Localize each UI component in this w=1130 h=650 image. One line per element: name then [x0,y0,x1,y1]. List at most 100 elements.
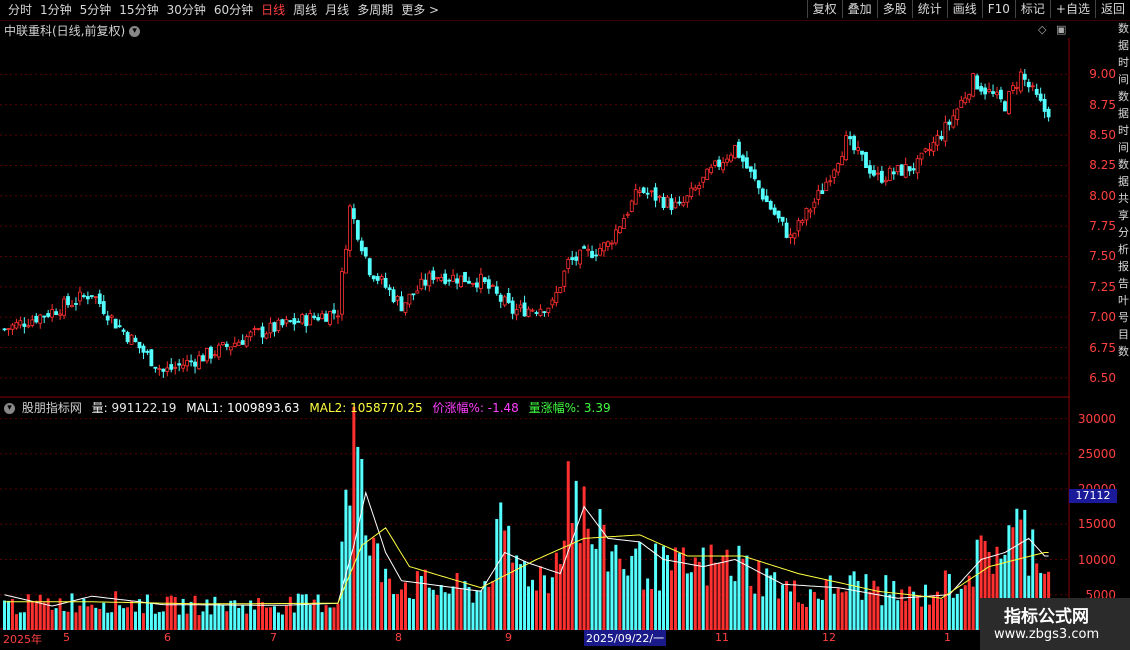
window-icon[interactable]: ▣ [1056,23,1066,36]
volume-tick-label: 15000 [1077,517,1116,532]
candle-body [149,349,154,367]
candle-body [304,315,309,327]
period-tabs: 分时 1分钟 5分钟 15分钟 30分钟 60分钟 日线 周线 月线 多周期 更… [4,2,443,18]
volume-bar [265,607,269,630]
mark-button[interactable]: 标记 [1014,0,1050,18]
back-button[interactable]: 返回 [1094,0,1130,18]
candle-body [955,108,960,120]
volume-bar [761,596,765,630]
candle-body [30,319,35,326]
candle-body [447,279,452,282]
candle-body [681,202,686,206]
add-watchlist-button[interactable]: +自选 [1049,0,1095,18]
tab-period-1[interactable]: 1分钟 [36,2,76,18]
candle-body [633,189,638,205]
candle-body [220,341,225,346]
tab-period-9[interactable]: 多周期 [353,2,397,18]
volume-bar [769,575,773,630]
price-tick-label: 6.75 [1089,340,1116,355]
volume-bar [300,594,304,630]
candle-body [744,157,749,169]
volume-bar [765,568,769,630]
volume-bar [272,606,276,630]
candle-body [403,302,408,313]
candle-body [737,141,741,158]
overlay-button[interactable]: 叠加 [841,0,877,18]
candle-body [915,158,920,174]
volume-bar [110,612,114,630]
candle-body [379,276,384,280]
volume-bar [42,602,46,630]
multi-stock-button[interactable]: 多股 [876,0,912,18]
candle-body [709,166,714,174]
candle-body [717,159,721,167]
volume-bar [130,600,134,630]
stock-title: 中联重科(日线,前复权) [4,24,126,38]
volume-bar [348,505,352,630]
volume-bar [717,563,721,630]
candle-body [1030,85,1035,88]
candle-body [1038,93,1043,101]
tab-period-7[interactable]: 周线 [289,2,321,18]
tab-period-daily[interactable]: 日线 [257,2,289,18]
candle-body [391,289,396,303]
volume-bar [415,571,419,630]
volume-bar [590,544,594,630]
volume-bar [523,561,527,630]
candle-body [883,179,888,183]
candle-body [411,293,416,296]
volume-bar [407,597,411,630]
tab-more[interactable]: 更多 > [397,2,443,18]
volume-bar [253,609,257,630]
volume-bar [955,593,959,630]
stats-button[interactable]: 统计 [911,0,947,18]
volume-bar [193,595,197,630]
tab-period-5[interactable]: 60分钟 [210,2,257,18]
candle-body [236,341,241,346]
chevron-down-icon[interactable]: ▾ [4,403,15,414]
volume-bar [673,547,677,630]
tab-period-8[interactable]: 月线 [321,2,353,18]
volume-bar [423,569,427,630]
candle-body [280,319,285,326]
volume-bar [967,575,971,630]
volume-bar [808,589,812,630]
volume-bar [304,594,308,630]
diamond-icon[interactable]: ◇ [1038,23,1046,36]
tab-period-2[interactable]: 5分钟 [76,2,116,18]
f10-button[interactable]: F10 [981,0,1015,18]
volume-bar [781,584,785,630]
candle-body [840,155,845,166]
candle-body [848,136,853,140]
candle-body [530,309,535,312]
price-tick-label: 9.00 [1089,67,1116,82]
chevron-down-icon[interactable]: ▾ [129,26,141,37]
candle-body [1026,81,1031,88]
candle-body [467,280,471,284]
volume-bar [693,557,697,630]
tab-period-3[interactable]: 15分钟 [115,2,162,18]
volume-bar [876,586,880,630]
candle-body [657,195,662,198]
toolbar: 分时 1分钟 5分钟 15分钟 30分钟 60分钟 日线 周线 月线 多周期 更… [0,0,1130,21]
volume-bar [403,582,407,630]
volume-bar [475,590,479,630]
candle-body [443,273,448,284]
stock-chart[interactable] [0,38,1070,630]
candle-body [475,282,479,288]
volume-bar [257,598,261,630]
fuquan-button[interactable]: 复权 [806,0,842,18]
volume-bar [852,571,856,630]
candle-body [1042,98,1047,112]
candle-body [316,317,321,321]
volume-bar [511,562,515,630]
volume-bar [356,446,360,630]
side-panel-tabs[interactable]: 数据时间数据时间数据共享分析报告叶号目数 [1117,20,1130,650]
indicator-mal1: MAL1: 1009893.63 [186,401,300,415]
tab-period-0[interactable]: 分时 [4,2,36,18]
draw-line-button[interactable]: 画线 [946,0,982,18]
tab-period-4[interactable]: 30分钟 [163,2,210,18]
candle-body [729,154,733,162]
volume-bar [785,581,789,630]
candle-body [586,248,590,251]
